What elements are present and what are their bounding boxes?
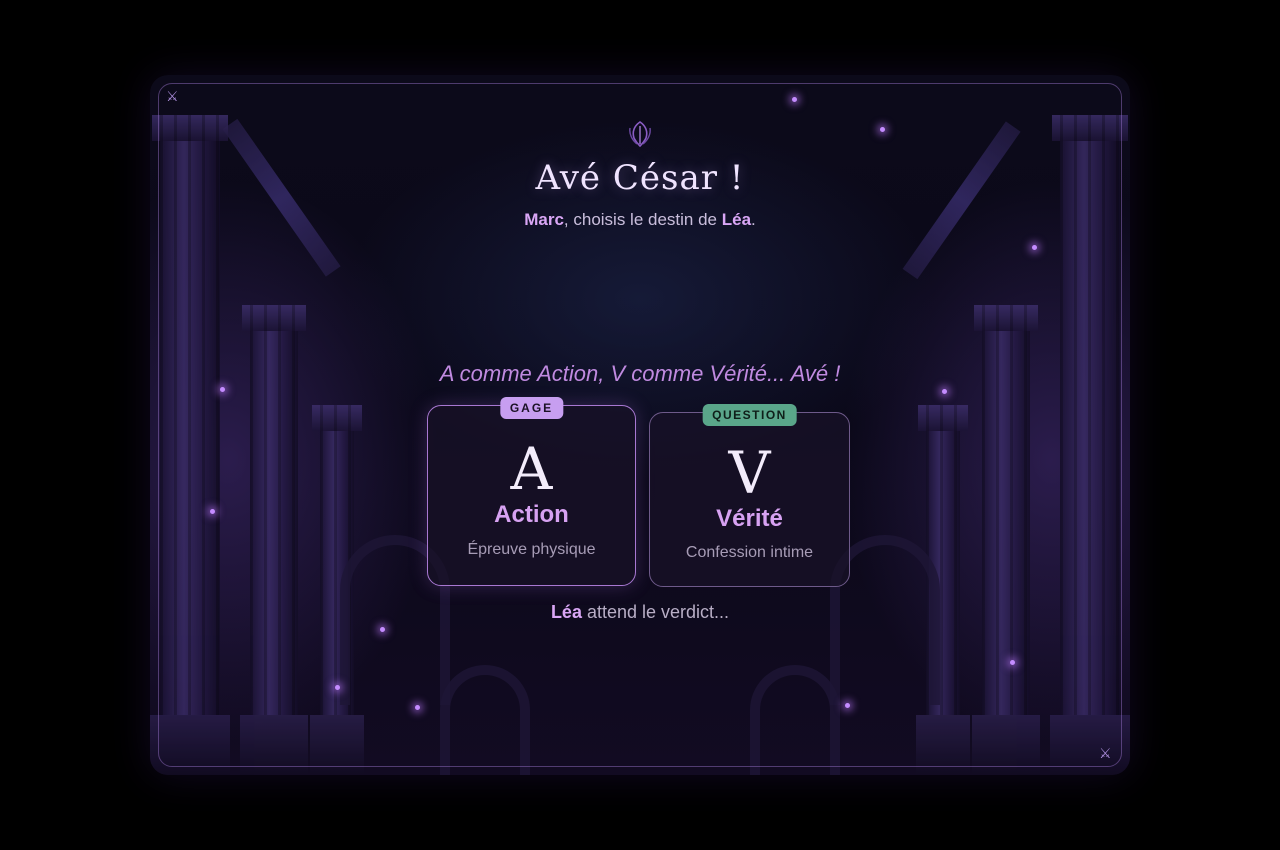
action-letter: A bbox=[510, 435, 553, 503]
laurel-emblem-icon bbox=[629, 121, 651, 148]
sparkle bbox=[335, 685, 340, 690]
page-subtitle: Marc, choisis le destin de Léa. bbox=[0, 210, 1280, 230]
sparkle bbox=[380, 627, 385, 632]
verite-letter: V bbox=[728, 439, 771, 507]
action-label: Action bbox=[494, 501, 569, 528]
right-small-arch-decoration bbox=[750, 665, 840, 775]
subtitle-text: , choisis le destin de bbox=[563, 210, 722, 229]
waiting-status: Léa attend le verdict... bbox=[0, 602, 1280, 623]
subtitle-end: . bbox=[751, 210, 756, 229]
verite-description: Confession intime bbox=[685, 544, 814, 561]
sparkle bbox=[792, 97, 797, 102]
sparkle bbox=[1032, 245, 1037, 250]
question-badge: QUESTION bbox=[702, 404, 797, 426]
right-beam-decoration bbox=[902, 121, 1021, 280]
sparkle bbox=[210, 509, 215, 514]
sparkle bbox=[1010, 660, 1015, 665]
left-small-arch-decoration bbox=[440, 665, 530, 775]
verite-card[interactable]: QUESTION V Vérité Confession intime bbox=[649, 404, 850, 587]
target-name: Léa bbox=[721, 210, 752, 229]
verite-label: Vérité bbox=[716, 505, 783, 532]
sparkle bbox=[220, 387, 225, 392]
gage-badge: GAGE bbox=[499, 397, 564, 419]
page-title: Avé César ! bbox=[535, 158, 745, 198]
action-description: Épreuve physique bbox=[467, 541, 596, 558]
sparkle bbox=[942, 389, 947, 394]
crossed-swords-icon: ⚔ bbox=[1099, 745, 1112, 761]
waiting-player-name: Léa bbox=[550, 602, 582, 622]
tagline: A comme Action, V comme Vérité... Avé ! bbox=[439, 361, 841, 386]
sparkle bbox=[415, 705, 420, 710]
waiting-text: attend le verdict... bbox=[581, 602, 730, 622]
chooser-name: Marc bbox=[524, 210, 564, 229]
sparkle bbox=[845, 703, 850, 708]
sparkle bbox=[880, 127, 885, 132]
crossed-swords-icon: ⚔ bbox=[166, 88, 179, 104]
action-card[interactable]: GAGE A Action Épreuve physique bbox=[427, 397, 636, 586]
